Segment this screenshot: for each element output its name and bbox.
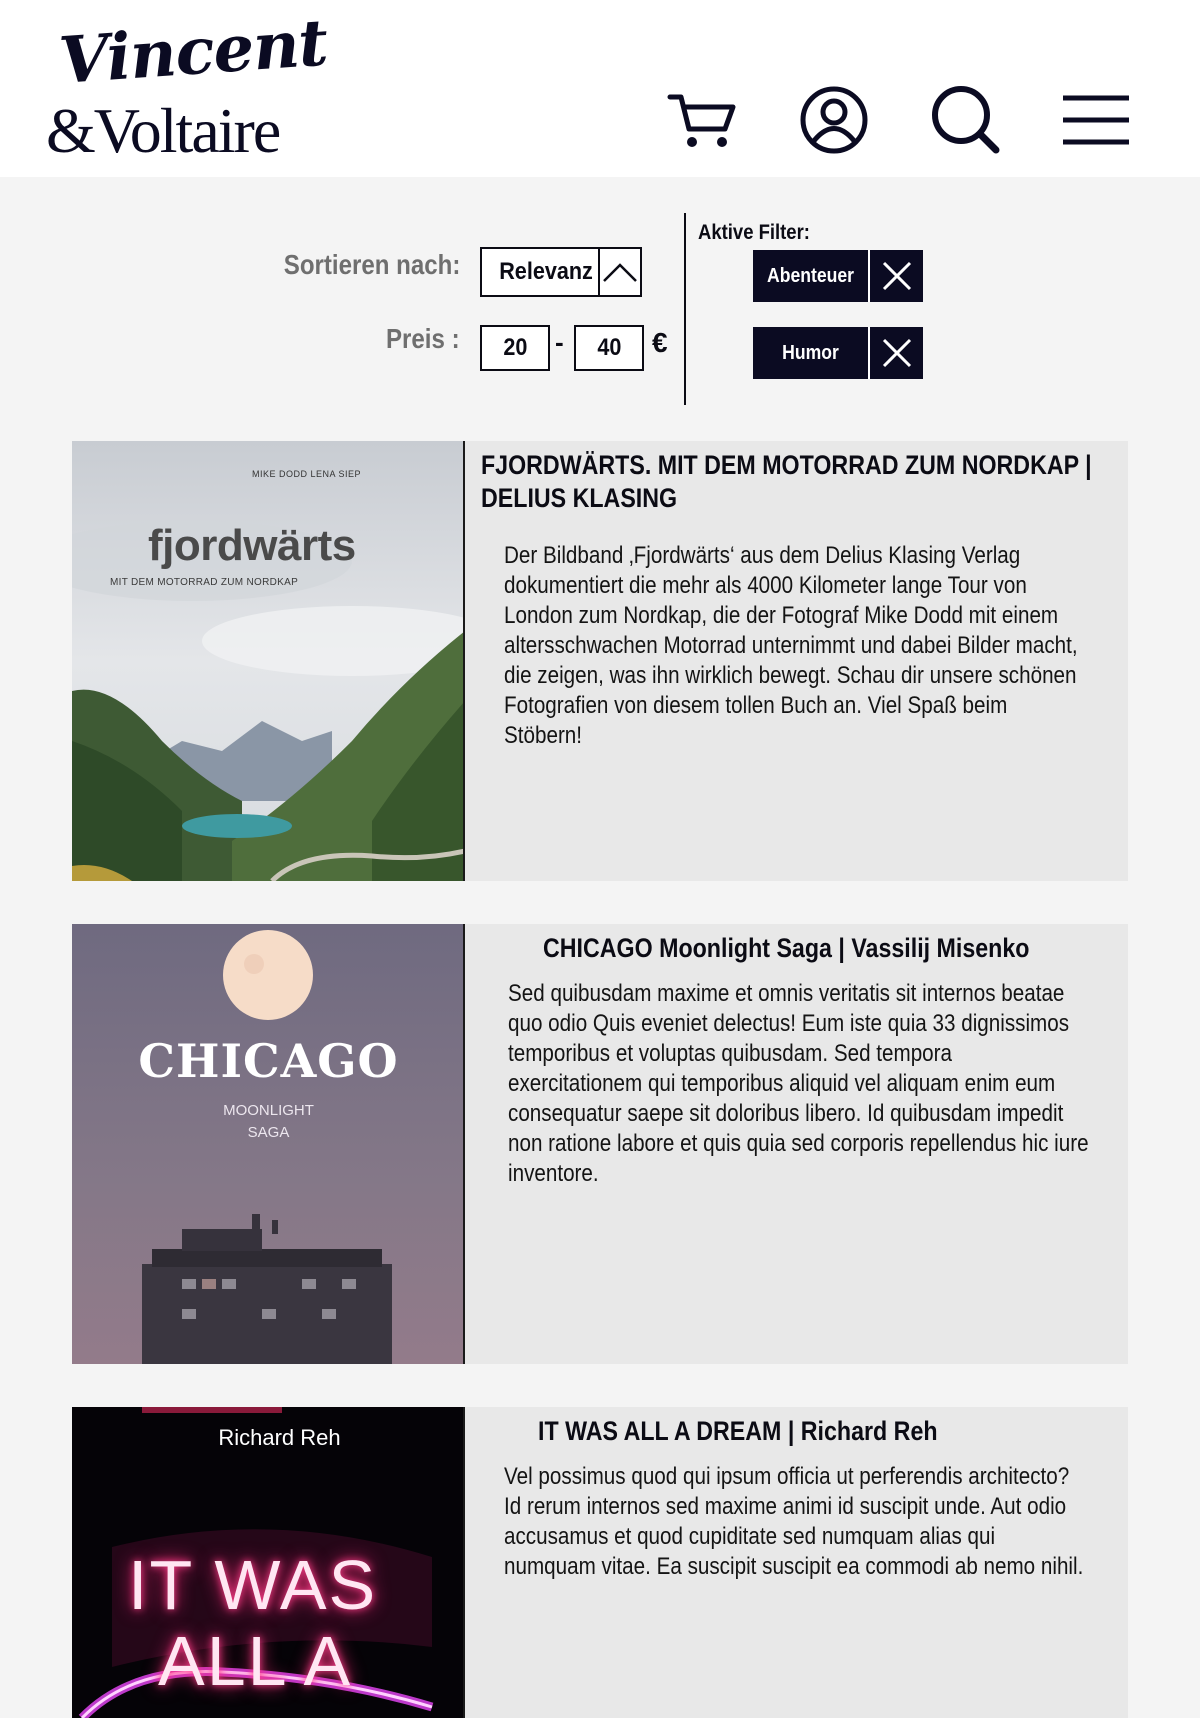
cart-icon[interactable] [664, 82, 740, 158]
search-icon[interactable] [928, 82, 1004, 158]
price-max-input[interactable]: 40 [574, 325, 644, 371]
close-icon [882, 261, 911, 291]
chip-label: Abenteuer [766, 264, 855, 287]
account-icon[interactable] [796, 82, 872, 158]
price-min-input[interactable]: 20 [480, 325, 550, 371]
sort-direction-toggle[interactable] [598, 247, 642, 297]
book-title[interactable]: FJORDWÄRTS. MIT DEM MOTORRAD ZUM NORDKAP… [481, 449, 1092, 515]
book-title[interactable]: IT WAS ALL A DREAM | Richard Reh [538, 1415, 938, 1448]
menu-icon[interactable] [1058, 82, 1134, 158]
logo-line-2: &Voltaire [46, 95, 281, 166]
remove-filter-button[interactable] [868, 250, 923, 302]
filter-chip-humor[interactable]: Humor [753, 327, 923, 379]
cover-subtitle: MIT DEM MOTORRAD ZUM NORDKAP [110, 577, 299, 588]
cover-subtitle: MOONLIGHT [223, 1102, 314, 1119]
book-card[interactable]: MIKE DODD LENA SIEP fjordwärts MIT DEM M… [72, 441, 1128, 881]
cover-author: Richard Reh [218, 1425, 341, 1450]
cover-title: fjordwärts [148, 521, 356, 570]
price-separator: - [555, 327, 564, 357]
book-title[interactable]: CHICAGO Moonlight Saga | Vassilij Misenk… [543, 932, 1029, 965]
sort-select[interactable]: Relevanz [480, 247, 642, 297]
book-description: Vel possimus quod qui ipsum officia ut p… [504, 1463, 1084, 1580]
sort-label: Sortieren nach: [283, 249, 460, 280]
book-cover-image[interactable]: MIKE DODD LENA SIEP fjordwärts MIT DEM M… [72, 441, 465, 881]
book-description: Sed quibusdam maxime et omnis veritatis … [508, 980, 1089, 1187]
active-filters-label: Aktive Filter: [698, 221, 810, 244]
site-header: Vincent &Voltaire [0, 0, 1200, 177]
book-description: Der Bildband ‚Fjordwärts‘ aus dem Delius… [504, 542, 1078, 749]
cover-neon-title: IT WAS ALL A [128, 1546, 378, 1700]
sort-value: Relevanz [499, 258, 593, 285]
book-cover-image[interactable]: Richard Reh IT WAS ALL A [72, 1407, 465, 1718]
filter-chip-abenteuer[interactable]: Abenteuer [753, 250, 923, 302]
book-card[interactable]: CHICAGO MOONLIGHT SAGA CHICAGO Moonlight… [72, 924, 1128, 1364]
logo-line-1: Vincent [56, 5, 330, 99]
cover-subtitle: SAGA [247, 1124, 290, 1141]
cover-title: CHICAGO [138, 1034, 399, 1088]
filter-divider [684, 213, 686, 405]
chip-label: Humor [782, 341, 839, 364]
chevron-up-icon [603, 263, 637, 282]
price-label: Preis : [386, 323, 460, 354]
book-card[interactable]: Richard Reh IT WAS ALL A IT WAS ALL A DR… [72, 1407, 1128, 1718]
brand-logo[interactable]: Vincent &Voltaire [46, 5, 330, 166]
filter-bar: Sortieren nach: Relevanz Preis : 20 - 40… [0, 177, 1200, 427]
currency-symbol: € [652, 327, 668, 358]
remove-filter-button[interactable] [868, 327, 923, 379]
book-cover-image[interactable]: CHICAGO MOONLIGHT SAGA [72, 924, 465, 1364]
close-icon [882, 338, 911, 368]
cover-authors: MIKE DODD LENA SIEP [252, 469, 362, 479]
